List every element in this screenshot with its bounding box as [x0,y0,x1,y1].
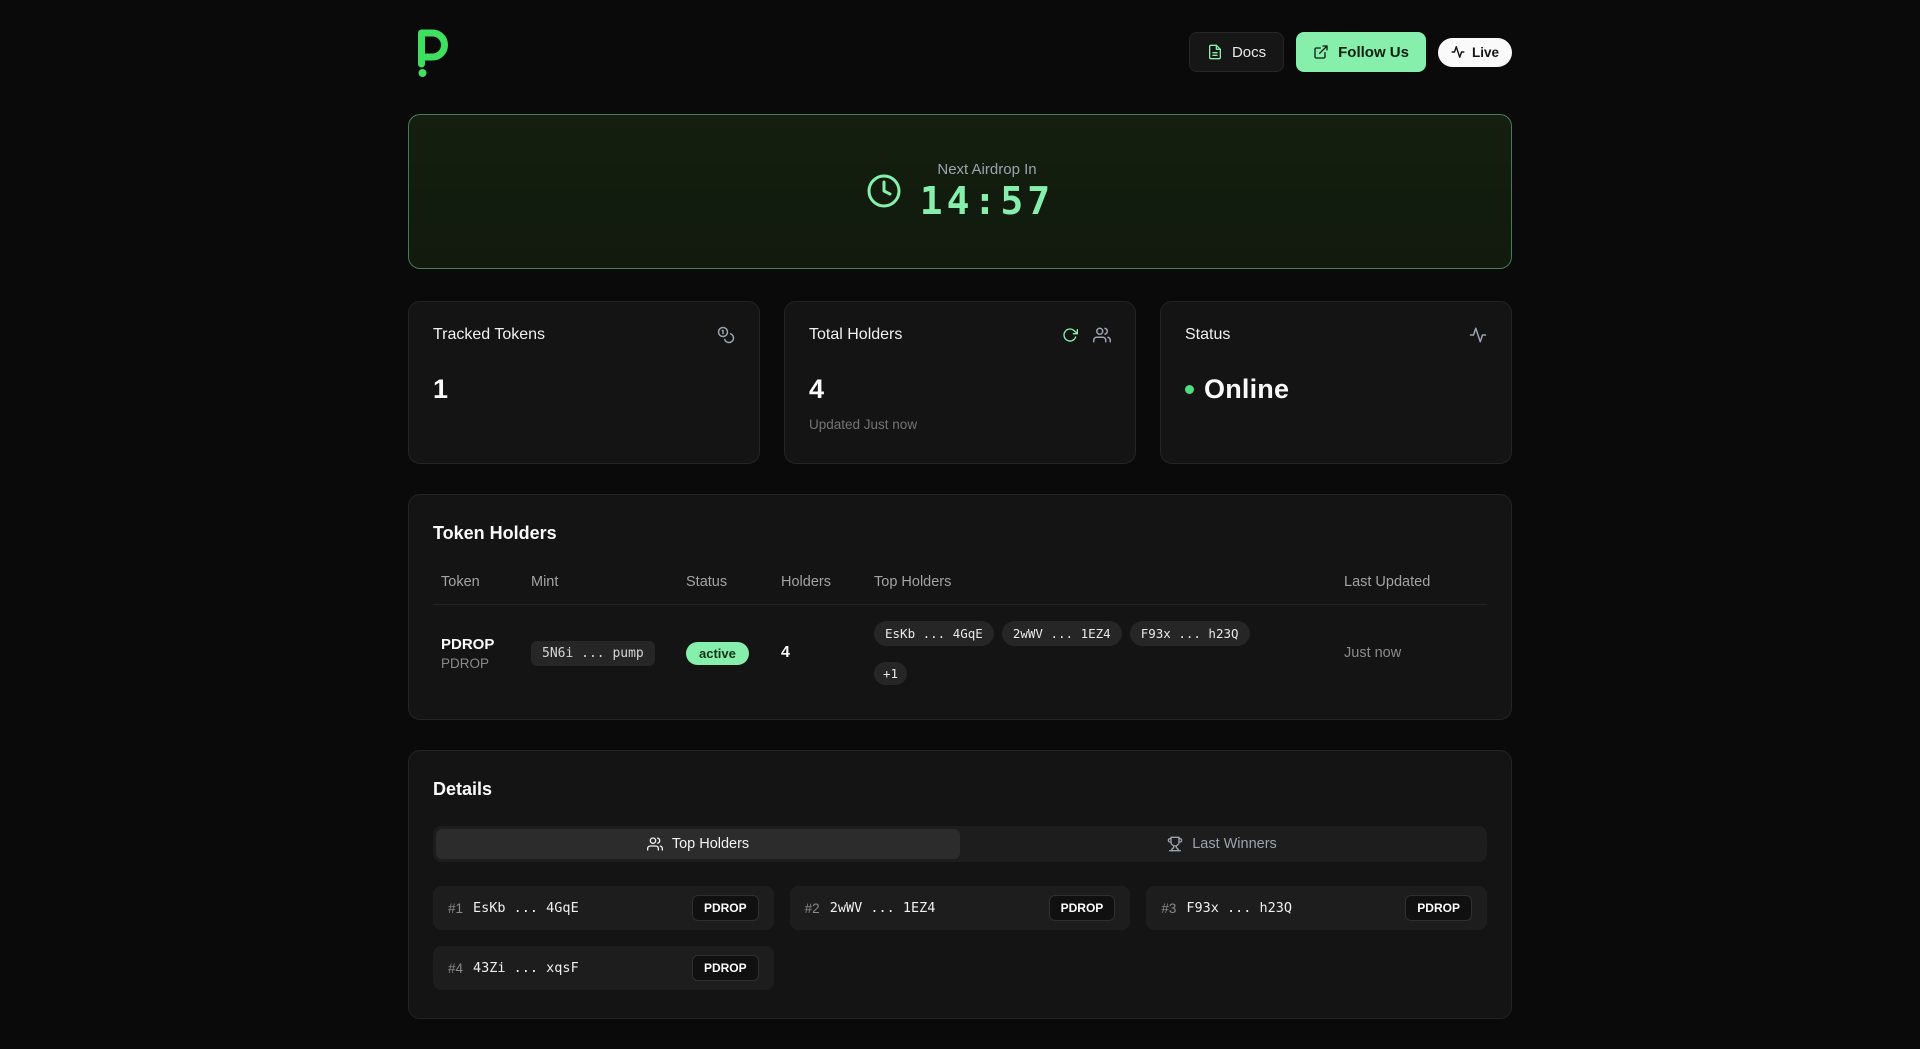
holder-address: EsKb ... 4GqE [473,900,579,916]
stat-card-icons [1062,326,1111,344]
col-holders: Holders [781,574,831,590]
airdrop-text: Next Airdrop In 14:57 [920,161,1054,222]
status-cell: active [686,641,781,665]
col-status: Status [686,574,728,590]
status-value: Online [1204,374,1290,404]
stats-row: Tracked Tokens 1 Total Holders 4 Updated… [408,301,1512,464]
details-section: Details Top Holders Last Winners #1 EsKb… [408,750,1512,1019]
holder-address: 2wWV ... 1EZ4 [829,900,936,916]
holder-address: 43Zi ... xqsF [473,960,579,976]
holder-address: F93x ... h23Q [1186,900,1293,916]
document-icon [1207,44,1223,60]
status-badge: active [686,641,749,665]
col-top-holders: Top Holders [874,574,952,590]
total-holders-value: 4 [809,374,825,404]
docs-button-label: Docs [1231,43,1267,61]
tab-last-winners[interactable]: Last Winners [960,829,1484,859]
activity-icon [1451,45,1465,59]
holder-rank: #4 [448,960,464,976]
table-header-row: Token Mint Status Holders Top Holders La… [433,574,1487,605]
pulse-icon [1469,326,1487,344]
token-badge: PDROP [691,895,759,921]
tab-top-holders[interactable]: Top Holders [436,829,960,859]
list-item: #3 F93x ... h23Q PDROP [1146,886,1487,930]
stat-card-status: Status Online [1160,301,1512,464]
token-cell: PDROP PDROP [441,636,531,671]
list-item: #4 43Zi ... xqsF PDROP [433,946,774,990]
stat-card-tracked-tokens: Tracked Tokens 1 [408,301,760,464]
airdrop-countdown-block: Next Airdrop In 14:57 [866,161,1054,222]
airdrop-label: Next Airdrop In [937,161,1037,179]
refresh-icon[interactable] [1062,327,1078,343]
total-holders-title: Total Holders [809,326,903,343]
list-item: #1 EsKb ... 4GqE PDROP [433,886,774,930]
tab-top-holders-label: Top Holders [671,836,750,852]
online-status-dot [1185,385,1194,394]
p-logo-icon [408,26,453,78]
more-holders-pill: +1 [874,662,908,685]
mint-cell: 5N6i ... pump [531,640,686,666]
logo[interactable] [408,26,453,78]
docs-button[interactable]: Docs [1188,32,1285,72]
holder-rank: #2 [804,900,820,916]
col-token: Token [441,574,480,590]
tracked-tokens-title: Tracked Tokens [433,326,546,343]
live-badge: Live [1437,37,1512,67]
live-badge-label: Live [1471,44,1499,60]
holder-rank: #1 [448,900,464,916]
status-value-row: Online [1185,374,1487,405]
col-last-updated: Last Updated [1344,574,1431,590]
status-title: Status [1185,326,1231,343]
token-badge: PDROP [1048,895,1116,921]
table-row: PDROP PDROP 5N6i ... pump active 4 EsKb … [433,605,1487,691]
details-title: Details [433,779,493,799]
stat-card-header: Tracked Tokens [433,326,735,344]
top-holders-grid: #1 EsKb ... 4GqE PDROP #2 2wWV ... 1EZ4 … [433,886,1487,990]
trophy-icon [1167,836,1183,852]
stat-card-total-holders: Total Holders 4 Updated Just now [784,301,1136,464]
holder-address-pill: EsKb ... 4GqE [874,621,994,646]
clock-icon [866,173,902,209]
details-tabs: Top Holders Last Winners [433,826,1487,862]
token-name: PDROP [441,635,495,653]
token-holders-section: Token Holders Token Mint Status Holders … [408,494,1512,720]
holders-count: 4 [781,644,790,661]
header-actions: Docs Follow Us Live [1188,32,1512,72]
page: Docs Follow Us Live Next Airdrop In 14:5… [408,0,1512,1019]
users-icon [1093,326,1111,344]
follow-us-button-label: Follow Us [1338,43,1409,61]
col-mint: Mint [531,574,559,590]
token-badge: PDROP [1405,895,1472,921]
stat-card-header: Total Holders [809,326,1111,344]
tracked-tokens-value: 1 [433,374,449,404]
token-badge: PDROP [691,955,759,981]
token-holders-table: Token Mint Status Holders Top Holders La… [433,574,1487,691]
external-link-icon [1313,44,1329,60]
token-symbol: PDROP [441,655,490,671]
last-updated: Just now [1344,645,1402,661]
airdrop-countdown: 14:57 [919,179,1055,224]
header: Docs Follow Us Live [408,0,1512,78]
token-holders-title: Token Holders [433,523,557,543]
users-icon [646,836,663,852]
mint-address-pill: 5N6i ... pump [531,640,655,666]
holder-address-pill: F93x ... h23Q [1129,621,1250,646]
holder-address-pill: 2wWV ... 1EZ4 [1001,621,1122,646]
holder-rank: #3 [1161,900,1177,916]
total-holders-updated: Updated Just now [809,417,918,432]
follow-us-button[interactable]: Follow Us [1296,32,1426,72]
list-item: #2 2wWV ... 1EZ4 PDROP [789,886,1131,930]
stat-card-header: Status [1185,326,1487,344]
airdrop-banner: Next Airdrop In 14:57 [408,114,1512,269]
top-holders-cell: EsKb ... 4GqE 2wWV ... 1EZ4 F93x ... h23… [874,621,1344,685]
tab-last-winners-label: Last Winners [1192,836,1277,852]
coins-icon [717,326,735,344]
